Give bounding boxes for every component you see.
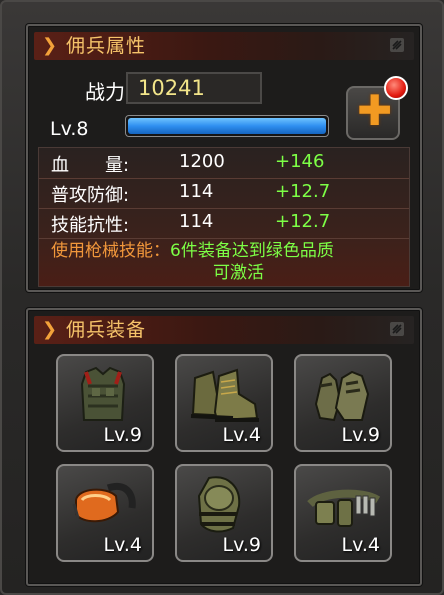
chevron-right-icon: ❯ — [42, 35, 58, 56]
level-progress-fill — [128, 118, 326, 134]
equip-level: Lv.4 — [341, 534, 380, 556]
equip-slot-goggles[interactable]: Lv.4 — [56, 464, 154, 562]
goggles-icon — [72, 483, 136, 523]
skill-label: 使用枪械技能： — [51, 241, 170, 261]
equipment-panel: ❯ 佣兵装备 Lv.9 Lv.4 Lv.9 Lv.4 Lv.9 Lv.4 — [26, 308, 422, 586]
skill-requirement: 6件装备达到绿色品质 — [170, 241, 334, 261]
collapse-icon[interactable] — [390, 322, 404, 336]
notification-dot — [384, 76, 408, 100]
equip-level: Lv.4 — [222, 424, 261, 446]
stat-bonus: +12.7 — [275, 181, 331, 202]
stat-value: 114 — [179, 181, 214, 202]
stats-table: 血 量: 1200 +146 普攻防御: 114 +12.7 技能抗性: 114… — [38, 147, 410, 287]
gloves-icon — [314, 370, 370, 422]
power-box: 10241 — [126, 72, 262, 104]
stat-value: 114 — [179, 211, 214, 232]
equipment-title: 佣兵装备 — [66, 319, 147, 341]
equip-slot-boots[interactable]: Lv.4 — [175, 354, 273, 452]
add-attribute-button[interactable]: ✚ — [346, 76, 408, 140]
mercenary-window: ❯ 佣兵属性 战力 10241 Lv.8 ✚ 血 量: 1200 +146 普攻… — [0, 0, 444, 595]
belt-icon — [307, 489, 381, 527]
stat-label: 普攻防御: — [51, 185, 130, 206]
stat-row-resistance: 技能抗性: 114 +12.7 — [39, 208, 409, 239]
vest-icon — [80, 366, 126, 421]
equipment-header: ❯ 佣兵装备 — [34, 316, 414, 344]
boots-icon — [190, 368, 259, 422]
kneepad-icon — [197, 476, 241, 533]
equip-level: Lv.9 — [222, 534, 261, 556]
equip-slot-belt[interactable]: Lv.4 — [294, 464, 392, 562]
stat-label: 技能抗性: — [51, 215, 130, 236]
equip-level: Lv.4 — [103, 534, 142, 556]
power-value: 10241 — [138, 76, 205, 100]
stat-label: 血 量: — [51, 155, 130, 176]
stat-bonus: +12.7 — [275, 211, 331, 232]
skill-requirement-cont: 可激活 — [213, 263, 264, 283]
equip-slot-vest[interactable]: Lv.9 — [56, 354, 154, 452]
skill-activation-note: 使用枪械技能：6件装备达到绿色品质 可激活 — [51, 240, 411, 283]
level-progress-bar — [125, 115, 329, 137]
equip-level: Lv.9 — [103, 424, 142, 446]
collapse-icon[interactable] — [390, 38, 404, 52]
power-label: 战力 — [85, 80, 125, 104]
attributes-header: ❯ 佣兵属性 — [34, 32, 414, 60]
attributes-title: 佣兵属性 — [66, 35, 147, 57]
equip-level: Lv.9 — [341, 424, 380, 446]
equip-slot-gloves[interactable]: Lv.9 — [294, 354, 392, 452]
stat-bonus: +146 — [275, 151, 325, 172]
stat-row-defense: 普攻防御: 114 +12.7 — [39, 178, 409, 209]
level-label: Lv.8 — [50, 118, 89, 140]
stat-row-hp: 血 量: 1200 +146 — [39, 148, 409, 179]
attributes-panel: ❯ 佣兵属性 战力 10241 Lv.8 ✚ 血 量: 1200 +146 普攻… — [26, 24, 422, 292]
chevron-right-icon: ❯ — [42, 319, 58, 340]
equip-slot-kneepad[interactable]: Lv.9 — [175, 464, 273, 562]
stat-value: 1200 — [179, 151, 225, 172]
